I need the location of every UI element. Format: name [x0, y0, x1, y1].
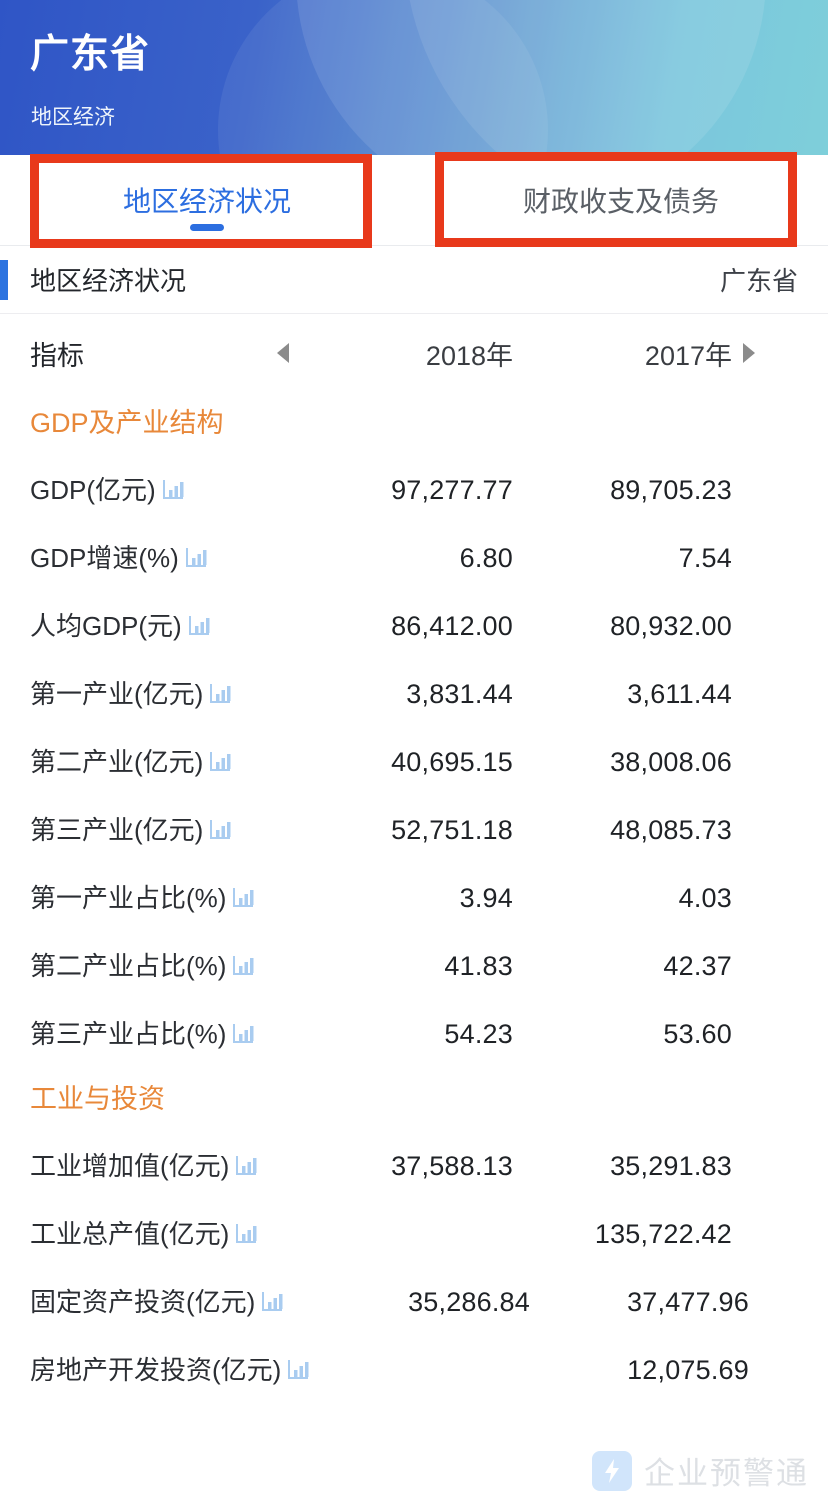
row-label: GDP增速(%)	[30, 540, 296, 576]
app-screen: 广东省 地区经济 地区经济状况 财政收支及债务 地区经济状况 广东省 指标 20…	[0, 0, 828, 1512]
row-label: 人均GDP(元)	[30, 608, 296, 644]
lightning-bolt-icon	[592, 1450, 632, 1491]
table-row[interactable]: 工业总产值(亿元) 135,722.42	[0, 1200, 828, 1268]
table-row[interactable]: 固定资产投资(亿元) 35,286.84 37,477.96	[0, 1268, 828, 1336]
cell-2018: 54.23	[444, 1018, 513, 1049]
decorative-circle	[296, 0, 766, 155]
tab-bar: 地区经济状况 财政收支及债务	[0, 155, 828, 246]
cell-2017: 12,075.69	[627, 1354, 749, 1385]
cell-2017: 3,611.44	[627, 678, 732, 709]
table-row[interactable]: 第一产业(亿元) 3,831.44 3,611.44	[0, 660, 828, 728]
section-title-industry: 工业与投资	[30, 1084, 165, 1114]
bar-chart-icon[interactable]	[209, 820, 231, 842]
bar-chart-icon[interactable]	[235, 1156, 257, 1178]
bar-chart-icon[interactable]	[209, 752, 231, 774]
table-row[interactable]: 人均GDP(元) 86,412.00 80,932.00	[0, 592, 828, 660]
cell-2018: 97,277.77	[391, 474, 513, 505]
watermark: 企业预警通	[592, 1448, 809, 1493]
bar-chart-icon[interactable]	[287, 1360, 309, 1382]
tab-regional-economy[interactable]: 地区经济状况	[0, 155, 414, 245]
row-label: 第三产业占比(%)	[30, 1016, 296, 1052]
table-row[interactable]: 第二产业(亿元) 40,695.15 38,008.06	[0, 728, 828, 796]
cell-2017: 80,932.00	[610, 610, 732, 641]
cell-2018: 35,286.84	[408, 1286, 530, 1317]
bar-chart-icon[interactable]	[232, 1024, 254, 1046]
cell-2018: 6.80	[459, 542, 513, 573]
tab-active-indicator	[190, 224, 224, 231]
table-header-row: 指标 2018年 2017年	[0, 314, 828, 392]
subheader-region: 广东省	[719, 266, 798, 296]
row-label: 第二产业(亿元)	[30, 744, 296, 780]
cell-2018: 86,412.00	[391, 610, 513, 641]
bar-chart-icon[interactable]	[185, 548, 207, 570]
column-header-2017[interactable]: 2017年	[521, 334, 736, 373]
bar-chart-icon[interactable]	[188, 616, 210, 638]
row-label: 第三产业(亿元)	[30, 812, 296, 848]
tab-fiscal-debt[interactable]: 财政收支及债务	[414, 155, 828, 245]
table-row[interactable]: 第一产业占比(%) 3.94 4.03	[0, 864, 828, 932]
row-label: 第二产业占比(%)	[30, 948, 296, 984]
row-label: 固定资产投资(亿元)	[30, 1284, 330, 1320]
tab-label: 地区经济状况	[122, 186, 291, 217]
decorative-circle	[404, 0, 828, 155]
section-subheader: 地区经济状况 广东省	[0, 246, 828, 314]
cell-2017: 35,291.83	[610, 1150, 732, 1181]
cell-2018: 3.94	[459, 882, 513, 913]
page-title: 广东省	[30, 33, 151, 76]
cell-2017: 89,705.23	[610, 474, 732, 505]
row-label: 第一产业(亿元)	[30, 676, 296, 712]
column-header-2018[interactable]: 2018年	[296, 334, 521, 373]
cell-2017: 42.37	[663, 950, 732, 981]
row-label: GDP(亿元)	[30, 472, 296, 508]
row-label: 第一产业占比(%)	[30, 880, 296, 916]
cell-2017: 53.60	[663, 1018, 732, 1049]
table-row[interactable]: 第三产业占比(%) 54.23 53.60	[0, 1000, 828, 1068]
decorative-circle	[218, 0, 548, 155]
prev-year-arrow-icon[interactable]	[270, 341, 296, 365]
table-row[interactable]: GDP增速(%) 6.80 7.54	[0, 524, 828, 592]
bar-chart-icon[interactable]	[162, 480, 184, 502]
column-header-indicator: 指标	[30, 340, 84, 371]
row-label: 工业增加值(亿元)	[30, 1148, 296, 1184]
bar-chart-icon[interactable]	[209, 684, 231, 706]
bar-chart-icon[interactable]	[232, 956, 254, 978]
cell-2017: 48,085.73	[610, 814, 732, 845]
table-row[interactable]: 房地产开发投资(亿元) 12,075.69	[0, 1336, 828, 1404]
cell-2017: 38,008.06	[610, 746, 732, 777]
bar-chart-icon[interactable]	[261, 1292, 283, 1314]
table-row[interactable]: GDP(亿元) 97,277.77 89,705.23	[0, 456, 828, 524]
cell-2018: 52,751.18	[391, 814, 513, 845]
subheader-title: 地区经济状况	[30, 266, 187, 296]
page-banner: 广东省 地区经济	[0, 0, 828, 155]
cell-2017: 135,722.42	[594, 1218, 732, 1249]
bar-chart-icon[interactable]	[232, 888, 254, 910]
bar-chart-icon[interactable]	[235, 1224, 257, 1246]
cell-2018: 40,695.15	[391, 746, 513, 777]
next-year-arrow-icon[interactable]	[736, 341, 762, 365]
cell-2018: 37,588.13	[391, 1150, 513, 1181]
cell-2017: 37,477.96	[627, 1286, 749, 1317]
cell-2018: 41.83	[444, 950, 513, 981]
cell-2018: 3,831.44	[406, 678, 513, 709]
accent-bar	[0, 260, 8, 300]
watermark-label: 企业预警通	[644, 1456, 809, 1491]
cell-2017: 4.03	[678, 882, 732, 913]
cell-2017: 7.54	[678, 542, 732, 573]
indicator-table: 指标 2018年 2017年 GDP及产业结构 GDP(亿元) 97,277.7…	[0, 314, 828, 1404]
row-label: 工业总产值(亿元)	[30, 1216, 296, 1252]
table-row[interactable]: 工业增加值(亿元) 37,588.13 35,291.83	[0, 1132, 828, 1200]
tab-label: 财政收支及债务	[522, 186, 719, 217]
page-subtitle: 地区经济	[31, 106, 115, 129]
row-label: 房地产开发投资(亿元)	[30, 1352, 330, 1388]
table-row[interactable]: 第三产业(亿元) 52,751.18 48,085.73	[0, 796, 828, 864]
table-row[interactable]: 第二产业占比(%) 41.83 42.37	[0, 932, 828, 1000]
section-title-gdp: GDP及产业结构	[30, 408, 224, 438]
